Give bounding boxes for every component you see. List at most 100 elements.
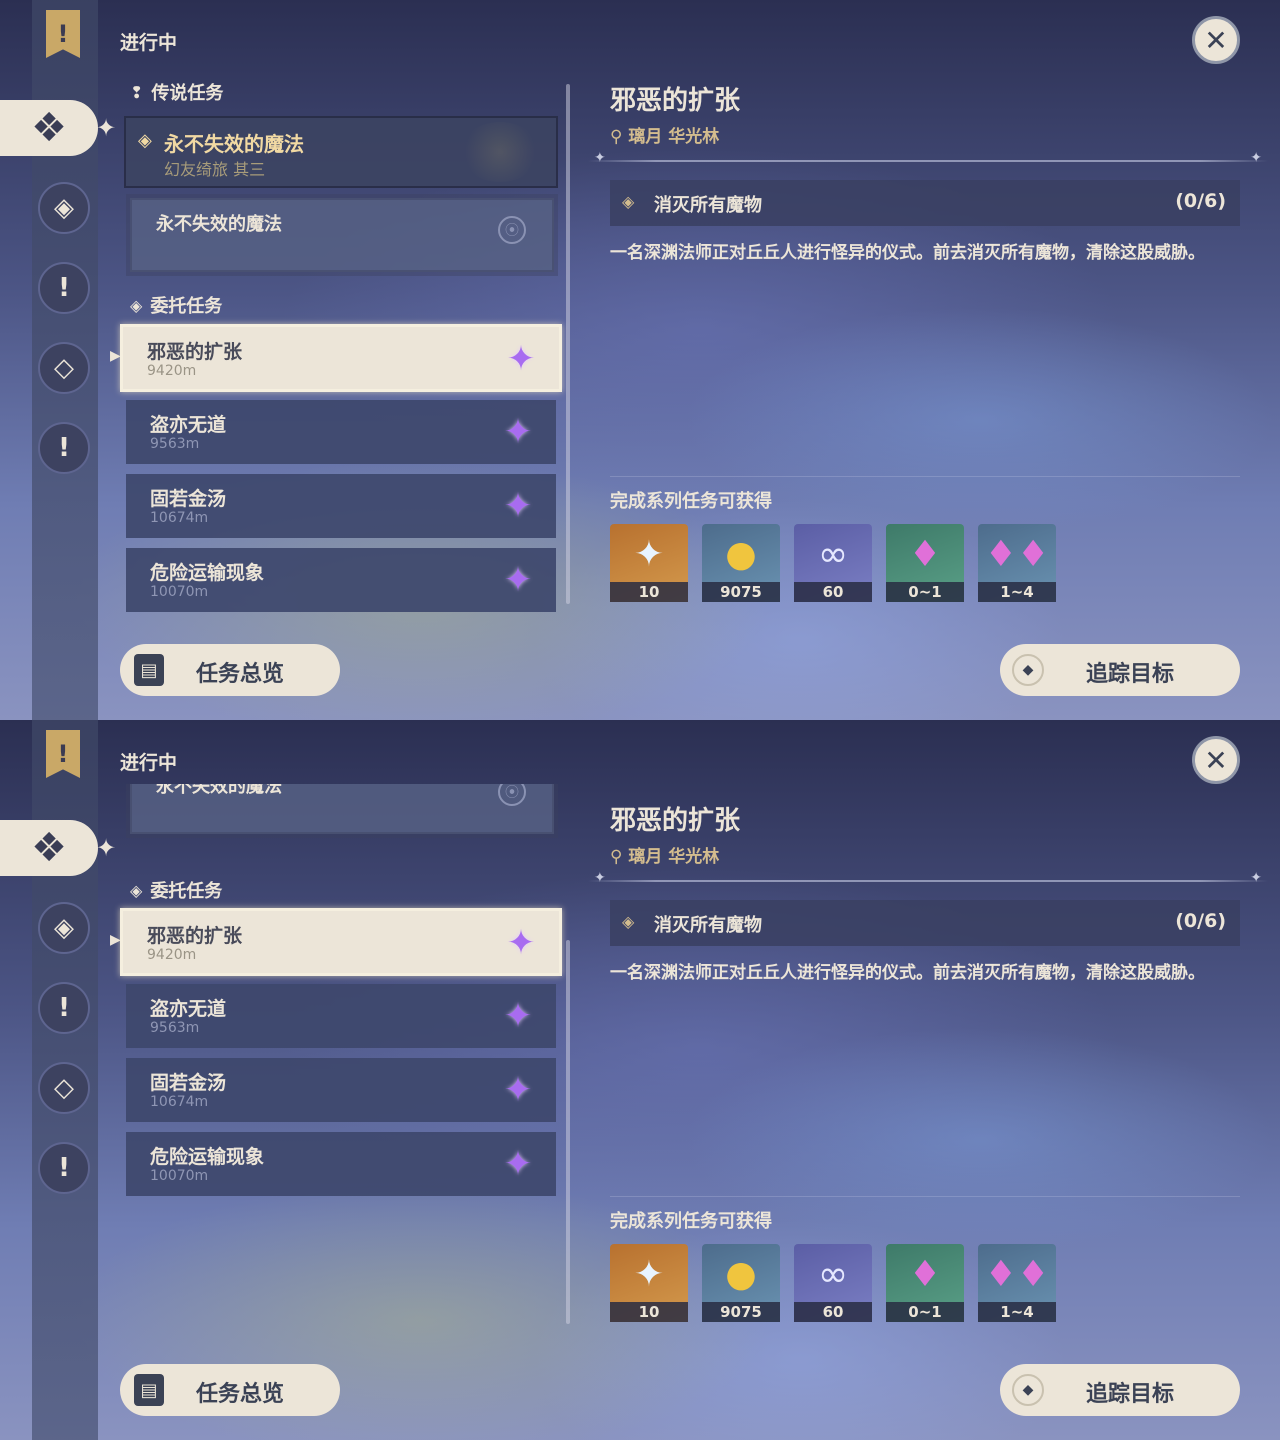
quest-name: 固若金汤 [150,1072,227,1094]
rail-tab-commission-active[interactable]: ❖ [0,100,98,156]
rail-tab-archon-icon[interactable]: ◈ [38,902,90,954]
reward-item[interactable]: ∞ 60 [794,1244,872,1322]
reward-count: 1~4 [978,582,1056,602]
quest-item[interactable]: 盗亦无道 9563m ✦ [126,400,556,464]
rail-tab-archon-icon[interactable]: ◈ [38,182,90,234]
quest-name: 危险运输现象 [150,562,265,584]
commission-star-icon: ✦ [503,560,533,600]
reward-count: 10 [610,582,688,602]
quest-item[interactable]: 固若金汤 10674m ✦ [126,1058,556,1122]
crystal-chunk-icon: ♦ [908,1253,942,1295]
reward-count: 10 [610,1302,688,1322]
reward-count: 9075 [702,582,780,602]
primogem-icon: ✦ [633,533,665,575]
close-icon: ✕ [1204,743,1228,777]
detail-location: ⚲ 璃月 华光林 [610,122,719,147]
rail-tab-event-icon[interactable]: ! [38,422,90,474]
reward-item[interactable]: ● 9075 [702,524,780,602]
quest-overview-button[interactable]: ▤ 任务总览 [120,644,340,696]
quest-list[interactable]: 永不失效的魔法 ⦿ ◈ 委托任务 ▶ 邪恶的扩张 9420m ✦ 盗亦无道 95… [110,784,570,1344]
quest-overview-label: 任务总览 [196,1382,285,1407]
quest-panel-bottom: ! ❖ ✦ ◈ ! ◇ ! 进行中 ✕ 永不失效的魔法 ⦿ ◈ 委托任务 ▶ 邪… [0,720,1280,1440]
section-commission-label: 委托任务 [150,296,223,317]
commission-section-icon: ◈ [130,880,143,900]
commission-star-icon: ✦ [503,1070,533,1110]
commission-star-icon: ✦ [503,1144,533,1184]
reward-item[interactable]: ✦ 10 [610,524,688,602]
commission-star-icon: ✦ [503,996,533,1036]
track-label: 追踪目标 [1086,1382,1175,1407]
quest-name: 盗亦无道 [150,998,227,1020]
reward-count: 9075 [702,1302,780,1322]
objective-diamond-icon: ◈ [622,192,635,211]
quest-item[interactable]: 固若金汤 10674m ✦ [126,474,556,538]
track-label: 追踪目标 [1086,662,1175,687]
quest-distance: 10070m [150,1168,209,1184]
location-pin-icon[interactable]: ⦿ [498,216,526,244]
legend-quest-card[interactable]: ◈ 永不失效的魔法 幻友绮旅 其三 [124,116,558,188]
reward-item[interactable]: ♦♦ 1~4 [978,1244,1056,1322]
reward-list: ✦ 10 ● 9075 ∞ 60 ♦ 0~1 ♦♦ 1~4 [610,524,1056,602]
quest-distance: 10674m [150,510,209,526]
quest-distance: 10674m [150,1094,209,1110]
reward-item[interactable]: ● 9075 [702,1244,780,1322]
quest-overview-button[interactable]: ▤ 任务总览 [120,1364,340,1416]
commission-icon: ❖ [31,825,67,871]
reward-item[interactable]: ∞ 60 [794,524,872,602]
quest-name: 危险运输现象 [150,1146,265,1168]
quest-name: 盗亦无道 [150,414,227,436]
reward-count: 0~1 [886,1302,964,1322]
quest-overview-label: 任务总览 [196,662,285,687]
list-scrollbar[interactable] [566,84,570,604]
quest-item[interactable]: 盗亦无道 9563m ✦ [126,984,556,1048]
detail-title: 邪恶的扩张 [610,806,741,836]
reward-item[interactable]: ♦ 0~1 [886,524,964,602]
rail-tab-event-icon[interactable]: ! [38,1142,90,1194]
page-title: 进行中 [120,752,178,774]
quest-item-selected[interactable]: 邪恶的扩张 9420m ✦ [120,324,562,392]
notebook-icon: ▤ [134,1374,164,1406]
reward-item[interactable]: ♦ 0~1 [886,1244,964,1322]
quest-item-selected[interactable]: 邪恶的扩张 9420m ✦ [120,908,562,976]
rail-tab-story-icon[interactable]: ! [38,982,90,1034]
close-button[interactable]: ✕ [1192,736,1240,784]
rewards-label: 完成系列任务可获得 [610,491,772,512]
quest-list[interactable]: ❢ 传说任务 ◈ 永不失效的魔法 幻友绮旅 其三 永不失效的魔法 ⦿ ◈ 委托任… [110,70,570,620]
quest-panel-top: ! ❖ ✦ ◈ ! ◇ ! 进行中 ✕ ❢ 传说任务 ◈ 永不失效的魔法 幻友绮… [0,0,1280,720]
section-legend-label: 传说任务 [151,83,224,104]
legend-subquest-card[interactable]: 永不失效的魔法 ⦿ [130,784,554,834]
track-button[interactable]: ◆ 追踪目标 [1000,1364,1240,1416]
reward-item[interactable]: ♦♦ 1~4 [978,524,1056,602]
location-pin-icon[interactable]: ⦿ [498,784,526,806]
mora-icon: ● [725,1253,757,1295]
legend-section-icon: ❢ [130,82,144,102]
section-commission: ◈ 委托任务 [130,878,222,903]
objective-diamond-icon: ◈ [622,912,635,931]
reward-list: ✦ 10 ● 9075 ∞ 60 ♦ 0~1 ♦♦ 1~4 [610,1244,1056,1322]
close-button[interactable]: ✕ [1192,16,1240,64]
section-legend: ❢ 传说任务 [130,80,224,105]
detail-title: 邪恶的扩张 [610,86,741,116]
legend-subquest-card[interactable]: 永不失效的魔法 ⦿ [130,198,554,272]
reward-item[interactable]: ✦ 10 [610,1244,688,1322]
rail-tab-story-icon[interactable]: ! [38,262,90,314]
track-button[interactable]: ◆ 追踪目标 [1000,644,1240,696]
reward-count: 1~4 [978,1302,1056,1322]
crystal-cluster-icon: ♦♦ [984,533,1050,575]
quest-distance: 9420m [147,363,197,379]
reward-divider [610,1196,1240,1197]
rewards-label: 完成系列任务可获得 [610,1211,772,1232]
objective-progress: (0/6) [1175,190,1226,212]
list-scrollbar[interactable] [566,940,570,1324]
quest-item[interactable]: 危险运输现象 10070m ✦ [126,1132,556,1196]
objective-text: 消灭所有魔物 [654,195,762,216]
rail-tab-world-icon[interactable]: ◇ [38,1062,90,1114]
reward-divider [610,476,1240,477]
quest-distance: 9420m [147,947,197,963]
rail-tab-commission-active[interactable]: ❖ [0,820,98,876]
mora-icon: ● [725,533,757,575]
objective-text: 消灭所有魔物 [654,915,762,936]
quest-item[interactable]: 危险运输现象 10070m ✦ [126,548,556,612]
rail-tab-world-icon[interactable]: ◇ [38,342,90,394]
crystal-chunk-icon: ♦ [908,533,942,575]
